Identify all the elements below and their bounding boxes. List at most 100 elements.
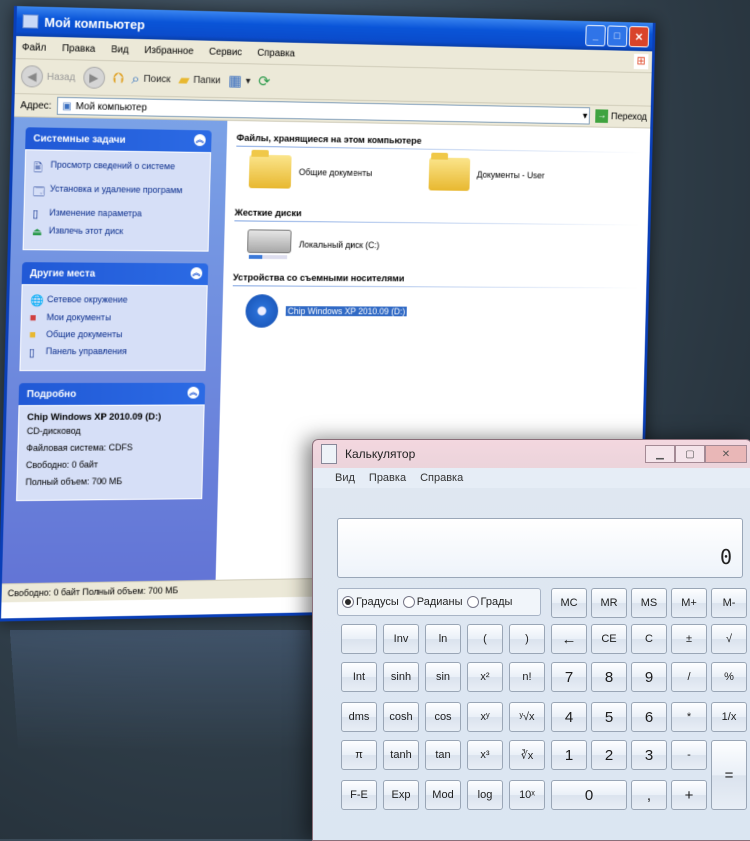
back-button[interactable]: ◀ Назад [20, 65, 76, 88]
calc-menu-help[interactable]: Справка [420, 472, 463, 484]
key-log[interactable]: log [467, 780, 503, 810]
maximize-button[interactable]: □ [607, 25, 628, 47]
key-percent[interactable]: % [711, 662, 747, 692]
key-9[interactable]: 9 [631, 662, 667, 692]
key-pi[interactable]: π [341, 740, 377, 770]
system-tasks-header[interactable]: Системные задачи ︽ [25, 127, 212, 153]
key-cos[interactable]: cos [425, 702, 461, 732]
key-1[interactable]: 1 [551, 740, 587, 770]
collapse-icon[interactable]: ︽ [187, 386, 200, 399]
key-backspace[interactable]: ← [551, 624, 587, 654]
key-lparen[interactable]: ( [467, 624, 503, 654]
key-x-cubed[interactable]: x³ [467, 740, 503, 770]
key-cosh[interactable]: cosh [383, 702, 419, 732]
menu-favorites[interactable]: Избранное [144, 45, 194, 57]
views-button[interactable]: ▦ ▾ [228, 72, 251, 90]
key-plus[interactable]: + [671, 780, 707, 810]
task-add-remove[interactable]: 🗔 Установка и удаление программ [33, 183, 202, 204]
key-7[interactable]: 7 [551, 662, 587, 692]
key-x-squared[interactable]: x² [467, 662, 503, 692]
menu-help[interactable]: Справка [257, 47, 295, 59]
menu-edit[interactable]: Правка [62, 43, 96, 55]
up-button[interactable]: ⮉ [112, 70, 124, 87]
key-decimal[interactable]: , [631, 780, 667, 810]
go-button[interactable]: → Переход [595, 109, 647, 123]
place-network[interactable]: 🌐 Сетевое окружение [30, 294, 199, 308]
forward-button[interactable]: ▶ [82, 66, 105, 89]
key-reciprocal[interactable]: 1/x [711, 702, 747, 732]
key-ce[interactable]: CE [591, 624, 627, 654]
key-4[interactable]: 4 [551, 702, 587, 732]
radio-degrees[interactable]: Градусы [342, 596, 399, 608]
key-0[interactable]: 0 [551, 780, 627, 810]
cd-drive-item[interactable]: Chip Windows XP 2010.09 (D:) [232, 294, 637, 328]
collapse-icon[interactable]: ︽ [190, 267, 203, 280]
place-shared-documents[interactable]: ■ Общие документы [29, 329, 198, 341]
key-ms[interactable]: MS [631, 588, 667, 618]
key-minus[interactable]: - [671, 740, 707, 770]
key-factorial[interactable]: n! [509, 662, 545, 692]
calc-menu-edit[interactable]: Правка [369, 472, 406, 484]
calc-minimize-button[interactable]: ▁ [645, 445, 675, 463]
key-exp[interactable]: Exp [383, 780, 419, 810]
key-mr[interactable]: MR [591, 588, 627, 618]
menu-view[interactable]: Вид [111, 44, 129, 55]
place-my-documents[interactable]: ■ Мои документы [30, 312, 199, 324]
key-2[interactable]: 2 [591, 740, 627, 770]
key-mc[interactable]: MC [551, 588, 587, 618]
collapse-icon[interactable]: ︽ [193, 134, 206, 147]
place-control-panel[interactable]: ▯ Панель управления [29, 346, 198, 359]
key-sqrt[interactable]: √ [711, 624, 747, 654]
key-tanh[interactable]: tanh [383, 740, 419, 770]
key-sin[interactable]: sin [425, 662, 461, 692]
key-tan[interactable]: tan [425, 740, 461, 770]
key-inv[interactable]: Inv [383, 624, 419, 654]
details-header[interactable]: Подробно ︽ [18, 382, 206, 406]
key-m-minus[interactable]: M- [711, 588, 747, 618]
key-c[interactable]: C [631, 624, 667, 654]
calc-menu-view[interactable]: Вид [335, 472, 355, 484]
key-dms[interactable]: dms [341, 702, 377, 732]
sync-button[interactable]: ⟳ [258, 72, 270, 90]
close-button[interactable]: ✕ [628, 26, 650, 48]
key-equals[interactable]: = [711, 740, 747, 810]
key-multiply[interactable]: * [671, 702, 707, 732]
key-int[interactable]: Int [341, 662, 377, 692]
task-eject[interactable]: ⏏ Извлечь этот диск [32, 225, 201, 239]
key-8[interactable]: 8 [591, 662, 627, 692]
user-documents-item[interactable]: Документы - User [428, 157, 545, 191]
key-f-e[interactable]: F-E [341, 780, 377, 810]
key-sinh[interactable]: sinh [383, 662, 419, 692]
address-dropdown-icon[interactable]: ▾ [583, 111, 588, 122]
calculator-title-bar[interactable]: Калькулятор ▁ ▢ ✕ [313, 440, 750, 468]
key-10-power-x[interactable]: 10ˣ [509, 780, 545, 810]
radio-grads[interactable]: Грады [466, 596, 512, 608]
shared-documents-item[interactable]: Общие документы [248, 154, 373, 190]
key-divide[interactable]: / [671, 662, 707, 692]
key-cube-root[interactable]: ∛x [509, 740, 545, 770]
task-system-info[interactable]: 🖹 Просмотр сведений о системе [33, 159, 202, 180]
key-mod[interactable]: Mod [425, 780, 461, 810]
key-6[interactable]: 6 [631, 702, 667, 732]
key-y-root[interactable]: ʸ√x [509, 702, 545, 732]
key-rparen[interactable]: ) [509, 624, 545, 654]
key-3[interactable]: 3 [631, 740, 667, 770]
search-icon: ⌕ [131, 70, 140, 88]
minimize-button[interactable]: _ [585, 24, 606, 47]
task-change-setting[interactable]: ▯ Изменение параметра [32, 207, 201, 222]
key-ln[interactable]: ln [425, 624, 461, 654]
search-button[interactable]: ⌕ Поиск [131, 70, 171, 88]
radio-radians[interactable]: Радианы [402, 596, 463, 608]
calc-close-button[interactable]: ✕ [705, 445, 747, 463]
menu-file[interactable]: Файл [22, 42, 47, 54]
key-5[interactable]: 5 [591, 702, 627, 732]
key-x-power-y[interactable]: xʸ [467, 702, 503, 732]
calc-maximize-button[interactable]: ▢ [675, 445, 705, 463]
other-places-header[interactable]: Другие места ︽ [21, 262, 209, 286]
folders-button[interactable]: ▰ Папки [178, 71, 221, 90]
key-m-plus[interactable]: M+ [671, 588, 707, 618]
key-blank[interactable] [341, 624, 377, 654]
menu-tools[interactable]: Сервис [209, 46, 242, 58]
local-disk-item[interactable]: Локальный диск (C:) [233, 229, 638, 262]
key-plus-minus[interactable]: ± [671, 624, 707, 654]
